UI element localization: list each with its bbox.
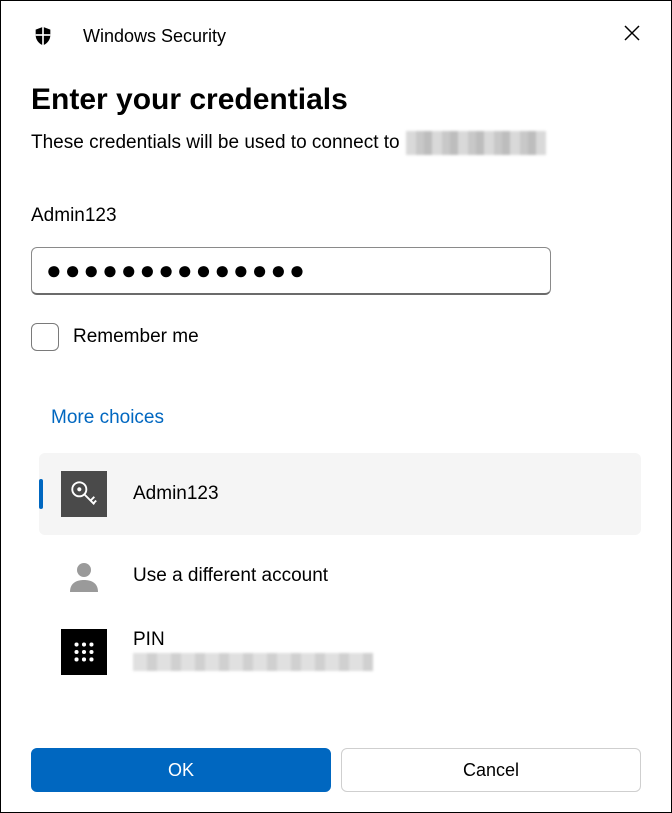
- dialog-heading: Enter your credentials: [31, 83, 641, 117]
- username-label: Admin123: [31, 205, 641, 227]
- button-row: OK Cancel: [31, 748, 641, 792]
- keypad-icon: [61, 629, 107, 675]
- choice-label: PIN: [133, 629, 373, 651]
- choice-label: Admin123: [133, 483, 219, 505]
- remember-row: Remember me: [31, 323, 641, 351]
- close-icon: [624, 25, 640, 41]
- choice-item-admin[interactable]: Admin123: [39, 453, 641, 535]
- dialog-content: Enter your credentials These credentials…: [1, 59, 671, 685]
- remember-label: Remember me: [73, 326, 199, 348]
- close-button[interactable]: [621, 22, 643, 44]
- key-icon: [61, 471, 107, 517]
- password-input[interactable]: [31, 247, 551, 295]
- cancel-button[interactable]: Cancel: [341, 748, 641, 792]
- pin-text: PIN: [133, 629, 373, 671]
- titlebar: Windows Security: [1, 1, 671, 59]
- redacted-pin-sublabel: [133, 653, 373, 671]
- dialog-subtext: These credentials will be used to connec…: [31, 131, 641, 155]
- subtext-text: These credentials will be used to connec…: [31, 132, 400, 154]
- more-choices-link[interactable]: More choices: [51, 407, 641, 429]
- remember-checkbox[interactable]: [31, 323, 59, 351]
- redacted-hostname: [406, 131, 546, 155]
- choice-item-pin[interactable]: PIN: [39, 617, 641, 685]
- choice-item-different-account[interactable]: Use a different account: [39, 535, 641, 617]
- shield-icon: [31, 24, 55, 48]
- choices-list: Admin123 Use a different account: [39, 453, 641, 685]
- user-icon: [61, 553, 107, 599]
- ok-button[interactable]: OK: [31, 748, 331, 792]
- window-title: Windows Security: [83, 26, 621, 47]
- choice-label: Use a different account: [133, 565, 328, 587]
